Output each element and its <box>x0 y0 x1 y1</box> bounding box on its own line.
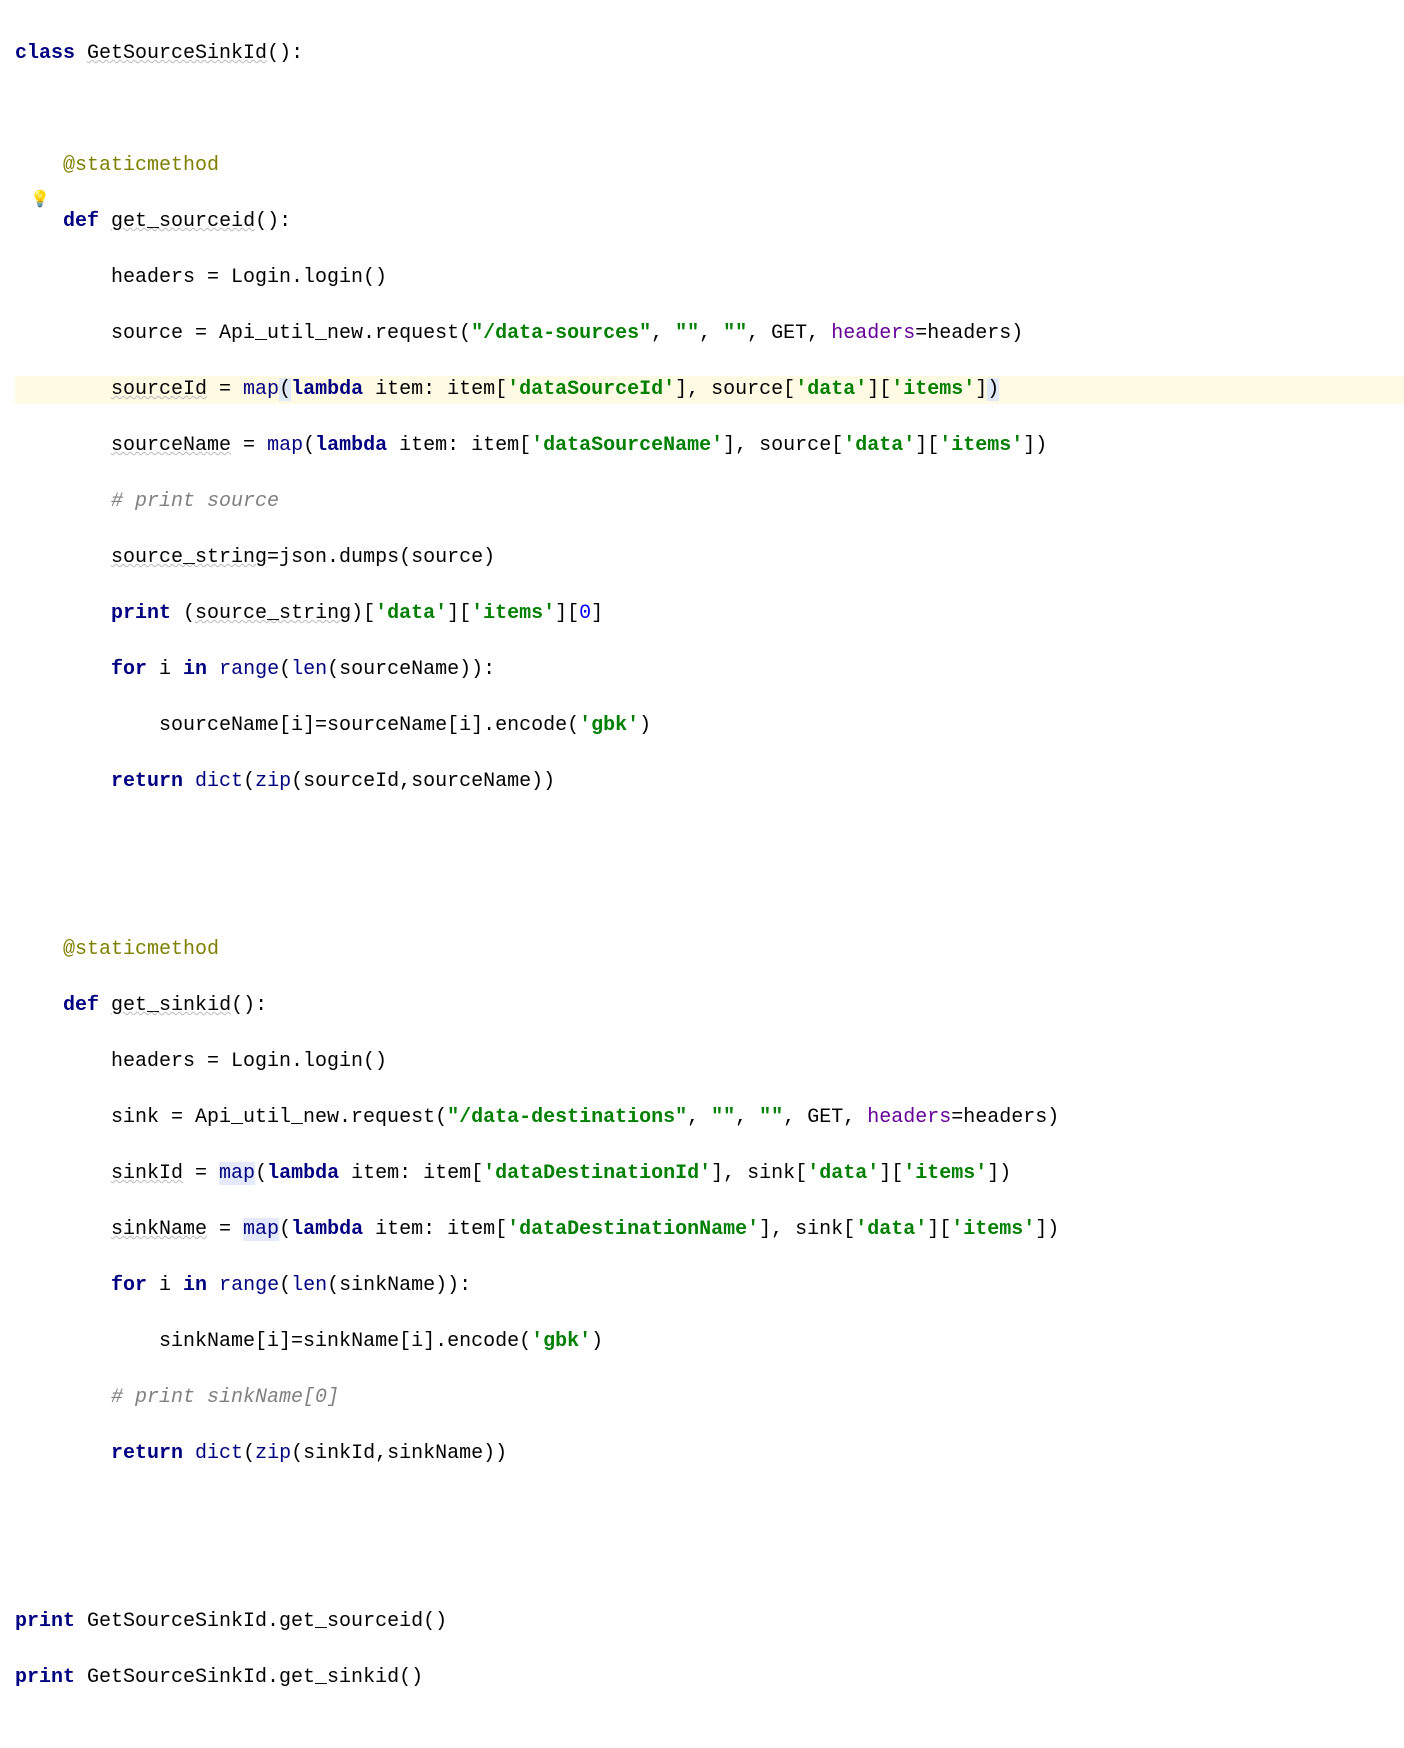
code-line[interactable]: def get_sourceid(): <box>15 208 1404 236</box>
code-line[interactable]: def get_sinkid(): <box>15 992 1404 1020</box>
code-line[interactable]: headers = Login.login() <box>15 1048 1404 1076</box>
code-line[interactable] <box>15 824 1404 852</box>
code-line[interactable] <box>15 1496 1404 1524</box>
code-line[interactable]: sinkName = map(lambda item: item['dataDe… <box>15 1216 1404 1244</box>
code-line[interactable]: return dict(zip(sourceId,sourceName)) <box>15 768 1404 796</box>
code-line[interactable] <box>15 880 1404 908</box>
code-line[interactable]: source = Api_util_new.request("/data-sou… <box>15 320 1404 348</box>
code-line[interactable]: headers = Login.login() <box>15 264 1404 292</box>
code-line[interactable]: for i in range(len(sinkName)): <box>15 1272 1404 1300</box>
code-line[interactable]: sourceName = map(lambda item: item['data… <box>15 432 1404 460</box>
code-line-highlighted[interactable]: sourceId = map(lambda item: item['dataSo… <box>15 376 1404 404</box>
code-line[interactable]: sourceName[i]=sourceName[i].encode('gbk'… <box>15 712 1404 740</box>
code-line[interactable]: source_string=json.dumps(source) <box>15 544 1404 572</box>
code-line[interactable]: @staticmethod <box>15 936 1404 964</box>
code-line[interactable] <box>15 1552 1404 1580</box>
code-line[interactable]: # print source <box>15 488 1404 516</box>
code-editor[interactable]: 💡 class GetSourceSinkId(): @staticmethod… <box>0 0 1404 1748</box>
code-line[interactable]: @staticmethod <box>15 152 1404 180</box>
code-line[interactable]: print GetSourceSinkId.get_sinkid() <box>15 1664 1404 1692</box>
code-line[interactable]: sink = Api_util_new.request("/data-desti… <box>15 1104 1404 1132</box>
code-line[interactable]: for i in range(len(sourceName)): <box>15 656 1404 684</box>
code-line[interactable] <box>15 96 1404 124</box>
code-line[interactable]: class GetSourceSinkId(): <box>15 40 1404 68</box>
code-line[interactable]: print GetSourceSinkId.get_sourceid() <box>15 1608 1404 1636</box>
code-line[interactable]: return dict(zip(sinkId,sinkName)) <box>15 1440 1404 1468</box>
code-line[interactable]: sinkName[i]=sinkName[i].encode('gbk') <box>15 1328 1404 1356</box>
code-line[interactable]: print (source_string)['data']['items'][0… <box>15 600 1404 628</box>
code-line[interactable]: sinkId = map(lambda item: item['dataDest… <box>15 1160 1404 1188</box>
code-line[interactable]: # print sinkName[0] <box>15 1384 1404 1412</box>
